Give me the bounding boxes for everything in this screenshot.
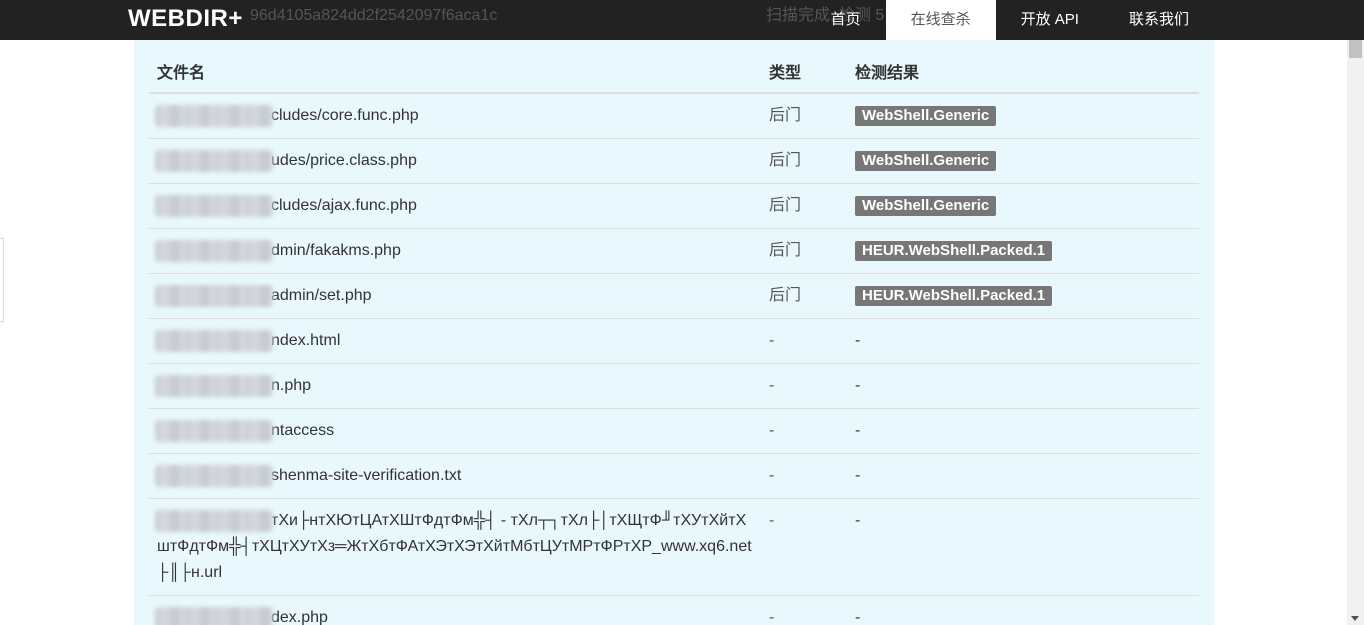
- type-cell: 后门: [761, 273, 847, 319]
- header-result[interactable]: 检测结果: [847, 50, 1199, 94]
- filename-cell: dmin/fakakms.php: [149, 228, 761, 274]
- filename-cell: cludes/core.func.php: [149, 92, 761, 139]
- filename-wrapper: shenma-site-verification.txt: [155, 463, 753, 489]
- results-table: 文件名 类型 检测结果 cludes/core.func.php 后门 WebShe…: [149, 50, 1199, 625]
- result-cell: -: [847, 453, 1199, 499]
- result-text: -: [855, 377, 861, 394]
- redacted-path-mask: [155, 240, 273, 262]
- filename-cell: ntaccess: [149, 408, 761, 454]
- brand-logo[interactable]: WEBDIR+: [128, 4, 243, 34]
- redacted-path-mask: [155, 420, 273, 442]
- filename-cell: ndex.html: [149, 318, 761, 364]
- nav-home[interactable]: 首页: [831, 0, 886, 40]
- filename-wrapper: dex.php: [155, 605, 753, 625]
- filename-wrapper: cludes/core.func.php: [155, 103, 753, 129]
- result-cell: HEUR.WebShell.Packed.1: [847, 273, 1199, 319]
- redacted-path-mask: [155, 375, 273, 397]
- result-cell: -: [847, 408, 1199, 454]
- filename-cell: admin/set.php: [149, 273, 761, 319]
- result-cell: -: [847, 595, 1199, 625]
- table-row: ntaccess - -: [149, 408, 1199, 454]
- filename-cell: shenma-site-verification.txt: [149, 453, 761, 499]
- filename-cell: n.php: [149, 363, 761, 409]
- result-text: -: [855, 512, 861, 529]
- type-cell: -: [761, 498, 847, 596]
- type-cell: -: [761, 363, 847, 409]
- table-row: dmin/fakakms.php 后门 HEUR.WebShell.Packed.1: [149, 228, 1199, 274]
- vertical-scrollbar[interactable]: [1347, 40, 1364, 625]
- type-cell: 后门: [761, 228, 847, 274]
- results-body: cludes/core.func.php 后门 WebShell.Generic ud…: [149, 92, 1199, 625]
- result-cell: -: [847, 363, 1199, 409]
- result-cell: -: [847, 498, 1199, 596]
- result-text: -: [855, 467, 861, 484]
- scroll-thumb[interactable]: [1349, 40, 1362, 58]
- result-label: WebShell.Generic: [855, 106, 997, 126]
- result-cell: WebShell.Generic: [847, 92, 1199, 139]
- header-filename[interactable]: 文件名: [149, 50, 761, 94]
- table-row: admin/set.php 后门 HEUR.WebShell.Packed.1: [149, 273, 1199, 319]
- filename-wrapper: ntaccess: [155, 418, 753, 444]
- nav-online-scan[interactable]: 在线查杀: [885, 0, 996, 40]
- type-cell: -: [761, 453, 847, 499]
- navbar-inner: WEBDIR+ 96d4105a824dd2f2542097f6aca1c 扫描…: [128, 0, 1214, 40]
- nav-open-api[interactable]: 开放 API: [996, 0, 1104, 40]
- redacted-path-mask: [155, 195, 273, 217]
- table-row: cludes/core.func.php 后门 WebShell.Generic: [149, 92, 1199, 139]
- redacted-path-mask: [155, 465, 273, 487]
- redacted-path-mask: [155, 330, 273, 352]
- redacted-path-mask: [155, 607, 273, 625]
- filename-cell: тХи├нтХЮтЦАтХШтФдтФм╬┤ - тХл┬┐тХл├│тХЩтФ…: [149, 498, 761, 596]
- redacted-path-mask: [155, 105, 273, 127]
- result-text: -: [855, 609, 861, 625]
- scroll-down-icon[interactable]: [1351, 616, 1359, 621]
- result-label: HEUR.WebShell.Packed.1: [855, 286, 1053, 306]
- type-cell: 后门: [761, 92, 847, 139]
- table-row: n.php - -: [149, 363, 1199, 409]
- redacted-path-mask: [155, 510, 273, 532]
- filename-wrapper: n.php: [155, 373, 753, 399]
- redacted-path-mask: [155, 285, 273, 307]
- type-cell: -: [761, 318, 847, 364]
- result-label: WebShell.Generic: [855, 151, 997, 171]
- result-text: -: [855, 332, 861, 349]
- nav-links: 首页 在线查杀 开放 API 联系我们: [831, 0, 1214, 40]
- side-tab[interactable]: [0, 238, 4, 322]
- table-row: cludes/ajax.func.php 后门 WebShell.Generic: [149, 183, 1199, 229]
- header-type[interactable]: 类型: [761, 50, 847, 94]
- table-header-row: 文件名 类型 检测结果: [149, 50, 1199, 94]
- filename-wrapper: cludes/ajax.func.php: [155, 193, 753, 219]
- result-label: HEUR.WebShell.Packed.1: [855, 241, 1053, 261]
- table-row: тХи├нтХЮтЦАтХШтФдтФм╬┤ - тХл┬┐тХл├│тХЩтФ…: [149, 498, 1199, 596]
- type-cell: 后门: [761, 183, 847, 229]
- top-navbar: WEBDIR+ 96d4105a824dd2f2542097f6aca1c 扫描…: [0, 0, 1364, 40]
- result-text: -: [855, 422, 861, 439]
- redacted-path-mask: [155, 150, 273, 172]
- filename-cell: dex.php: [149, 595, 761, 625]
- filename-wrapper: тХи├нтХЮтЦАтХШтФдтФм╬┤ - тХл┬┐тХл├│тХЩтФ…: [155, 508, 753, 586]
- filename-wrapper: admin/set.php: [155, 283, 753, 309]
- result-cell: -: [847, 318, 1199, 364]
- filename-wrapper: dmin/fakakms.php: [155, 238, 753, 264]
- filename-wrapper: udes/price.class.php: [155, 148, 753, 174]
- table-row: shenma-site-verification.txt - -: [149, 453, 1199, 499]
- type-cell: -: [761, 595, 847, 625]
- results-panel: 文件名 类型 检测结果 cludes/core.func.php 后门 WebShe…: [134, 40, 1214, 625]
- result-label: WebShell.Generic: [855, 196, 997, 216]
- table-row: ndex.html - -: [149, 318, 1199, 364]
- filename-cell: cludes/ajax.func.php: [149, 183, 761, 229]
- scan-hash-text: 96d4105a824dd2f2542097f6aca1c: [250, 7, 498, 24]
- result-cell: HEUR.WebShell.Packed.1: [847, 228, 1199, 274]
- table-row: dex.php - -: [149, 595, 1199, 625]
- filename-wrapper: ndex.html: [155, 328, 753, 354]
- filename-cell: udes/price.class.php: [149, 138, 761, 184]
- type-cell: 后门: [761, 138, 847, 184]
- nav-contact[interactable]: 联系我们: [1104, 0, 1214, 40]
- type-cell: -: [761, 408, 847, 454]
- table-row: udes/price.class.php 后门 WebShell.Generic: [149, 138, 1199, 184]
- result-cell: WebShell.Generic: [847, 138, 1199, 184]
- result-cell: WebShell.Generic: [847, 183, 1199, 229]
